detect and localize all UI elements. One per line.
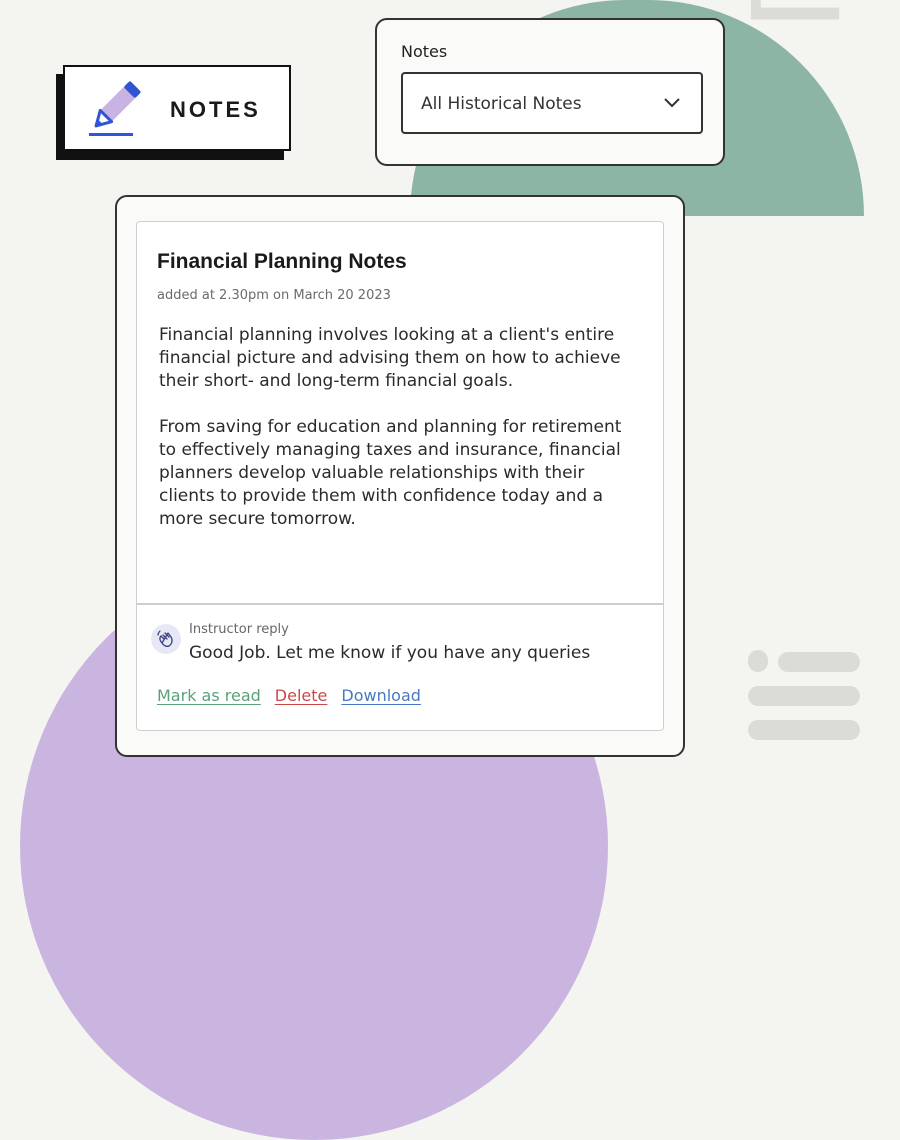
note-divider [137, 603, 663, 605]
pencil-icon [89, 81, 141, 136]
note-card: Financial Planning Notes added at 2.30pm… [115, 195, 685, 757]
instructor-avatar [151, 624, 181, 654]
note-paragraph: From saving for education and planning f… [159, 417, 622, 529]
notes-logo: NOTES [63, 65, 291, 151]
note-paragraph: Financial planning involves looking at a… [159, 325, 621, 391]
notes-filter-select[interactable]: All Historical Notes [401, 72, 703, 134]
mark-as-read-link[interactable]: Mark as read [157, 686, 261, 705]
brand-watermark: LearnDash [723, 0, 866, 30]
reply-label: Instructor reply [189, 622, 289, 637]
note-body: Financial planning involves looking at a… [159, 324, 639, 554]
note-content: Financial Planning Notes added at 2.30pm… [136, 221, 664, 731]
notes-filter-panel: Notes All Historical Notes [375, 18, 725, 166]
brand-mark-icon [748, 650, 860, 744]
note-actions: Mark as read Delete Download [157, 686, 421, 705]
filter-label: Notes [401, 42, 448, 61]
filter-selected-value: All Historical Notes [421, 94, 582, 114]
download-link[interactable]: Download [341, 686, 421, 705]
delete-link[interactable]: Delete [275, 686, 328, 705]
reply-text: Good Job. Let me know if you have any qu… [189, 643, 591, 663]
hand-icon [157, 630, 173, 648]
logo-text: NOTES [170, 97, 261, 122]
chevron-down-icon [664, 98, 680, 108]
note-timestamp: added at 2.30pm on March 20 2023 [157, 288, 391, 303]
note-title: Financial Planning Notes [157, 250, 407, 273]
